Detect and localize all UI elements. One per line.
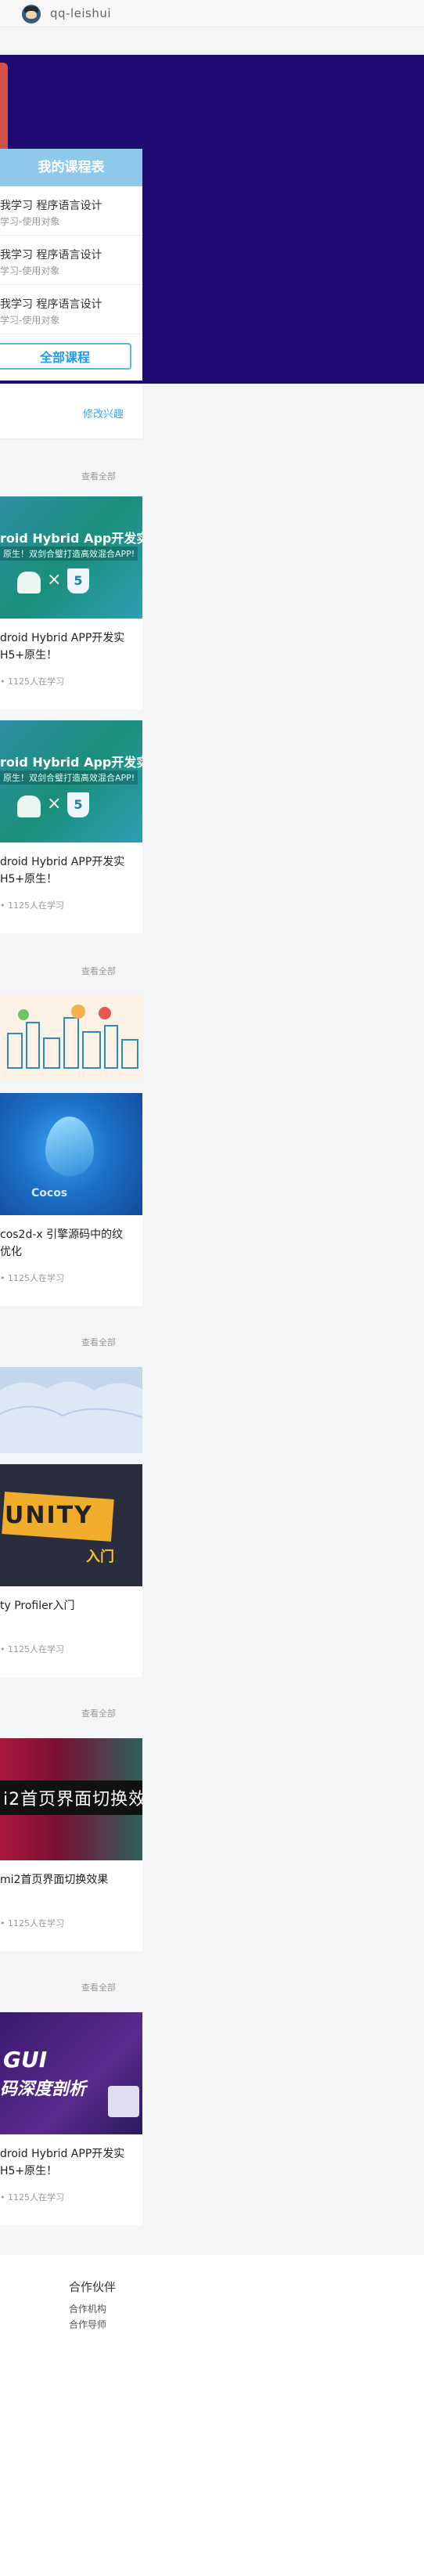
interest-bar: 修改兴趣 — [0, 385, 142, 438]
course-title: droid Hybrid APP开发实 H5+原生！ — [0, 856, 125, 886]
footer-link-institutions[interactable]: 合作机构 — [69, 2302, 106, 2315]
course-title: cos2d-x 引擎源码中的纹 优化 — [0, 1228, 124, 1258]
footer-link-teachers[interactable]: 合作导师 — [69, 2318, 106, 2331]
course-title: droid Hybrid APP开发实 H5+原生！ — [0, 632, 125, 662]
course-title: ty Profiler入门 — [0, 1600, 75, 1612]
keyboard-icon — [108, 2086, 139, 2117]
course-thumbnail: Cocos — [0, 1093, 142, 1215]
footer: 合作伙伴 合作机构 合作导师 — [0, 2255, 424, 2576]
thumbnail-title: roid Hybrid App开发实战 — [0, 755, 142, 770]
my-courses-title: 我的课程表 — [0, 149, 142, 186]
course-thumbnail: roid Hybrid App开发实战 原生！双剑合璧打造高效混合APP! × … — [0, 496, 142, 619]
thumbnail-title: UNITY — [5, 1502, 93, 1529]
learner-count: • 1125人在学习 — [0, 1273, 64, 1283]
course-item-subtitle: 学习-使用对象 — [0, 216, 60, 227]
city-illustration — [7, 1005, 138, 1069]
course-thumbnail: GUI 码深度剖析 — [0, 2012, 142, 2134]
course-thumbnail: i2首页界面切换效果 — [0, 1738, 142, 1860]
course-card[interactable]: Cocos cos2d-x 引擎源码中的纹 优化 • 1125人在学习 — [0, 1093, 142, 1306]
learner-count: • 1125人在学习 — [0, 1644, 64, 1654]
course-item-subtitle: 学习-使用对象 — [0, 315, 60, 326]
view-all-link[interactable]: 查看全部 — [81, 470, 116, 482]
view-all-link[interactable]: 查看全部 — [81, 1336, 116, 1348]
section-banner — [0, 1367, 142, 1453]
all-courses-button[interactable]: 全部课程 — [0, 343, 131, 370]
edit-interest-link[interactable]: 修改兴趣 — [83, 406, 124, 420]
section-banner — [0, 994, 142, 1081]
course-item[interactable]: 我学习 程序语言设计 学习-使用对象 — [0, 236, 142, 285]
learner-count: • 1125人在学习 — [0, 676, 64, 687]
course-item-title: 我学习 程序语言设计 — [0, 200, 102, 212]
thumbnail-title: GUI — [3, 2047, 48, 2073]
course-card[interactable]: UNITY 入门 ty Profiler入门 • 1125人在学习 — [0, 1464, 142, 1677]
android-icon — [17, 796, 41, 817]
view-all-link[interactable]: 查看全部 — [81, 1981, 116, 1993]
times-icon: × — [47, 570, 62, 590]
avatar[interactable] — [22, 5, 41, 23]
course-card[interactable]: roid Hybrid App开发实战 原生！双剑合璧打造高效混合APP! × … — [0, 720, 142, 933]
course-item[interactable]: 我学习 程序语言设计 学习-使用对象 — [0, 285, 142, 334]
thumbnail-title: i2首页界面切换效果 — [3, 1790, 142, 1809]
cocos-logo-icon — [45, 1117, 94, 1176]
course-item-title: 我学习 程序语言设计 — [0, 249, 102, 262]
top-bar: qq-leishui — [0, 0, 424, 27]
banner-slide-edge — [0, 63, 8, 157]
thumbnail-title: roid Hybrid App开发实战 — [0, 531, 142, 546]
android-icon — [17, 572, 41, 593]
course-item-title: 我学习 程序语言设计 — [0, 298, 102, 311]
username[interactable]: qq-leishui — [50, 6, 111, 20]
course-item-subtitle: 学习-使用对象 — [0, 265, 60, 276]
course-item[interactable]: 我学习 程序语言设计 学习-使用对象 — [0, 186, 142, 236]
thumbnail-subtitle: 原生！双剑合璧打造高效混合APP! — [0, 770, 138, 785]
view-all-link[interactable]: 查看全部 — [81, 1707, 116, 1719]
cloud-illustration — [0, 1367, 142, 1418]
course-card[interactable]: GUI 码深度剖析 droid Hybrid APP开发实 H5+原生！ • 1… — [0, 2012, 142, 2225]
course-card[interactable]: roid Hybrid App开发实战 原生！双剑合璧打造高效混合APP! × … — [0, 496, 142, 709]
course-title: droid Hybrid APP开发实 H5+原生！ — [0, 2148, 125, 2177]
times-icon: × — [47, 794, 62, 814]
my-courses-panel: 我的课程表 我学习 程序语言设计 学习-使用对象 我学习 程序语言设计 学习-使… — [0, 149, 142, 381]
course-title: mi2首页界面切换效果 — [0, 1874, 109, 1886]
view-all-link[interactable]: 查看全部 — [81, 965, 116, 977]
html5-icon: 5 — [67, 568, 89, 593]
course-card[interactable]: i2首页界面切换效果 mi2首页界面切换效果 • 1125人在学习 — [0, 1738, 142, 1951]
learner-count: • 1125人在学习 — [0, 2192, 64, 2203]
footer-heading: 合作伙伴 — [69, 2280, 117, 2294]
learner-count: • 1125人在学习 — [0, 1918, 64, 1928]
banner: 我的课程表 我学习 程序语言设计 学习-使用对象 我学习 程序语言设计 学习-使… — [0, 55, 424, 384]
thumbnail-subtitle: 入门 — [86, 1549, 114, 1565]
thumbnail-subtitle: 码深度剖析 — [0, 2080, 87, 2099]
html5-icon: 5 — [67, 792, 89, 817]
thumbnail-subtitle: 原生！双剑合璧打造高效混合APP! — [0, 547, 138, 561]
course-thumbnail: UNITY 入门 — [0, 1464, 142, 1586]
course-thumbnail: roid Hybrid App开发实战 原生！双剑合璧打造高效混合APP! × … — [0, 720, 142, 842]
learner-count: • 1125人在学习 — [0, 900, 64, 911]
thumbnail-title: Cocos — [31, 1187, 68, 1200]
